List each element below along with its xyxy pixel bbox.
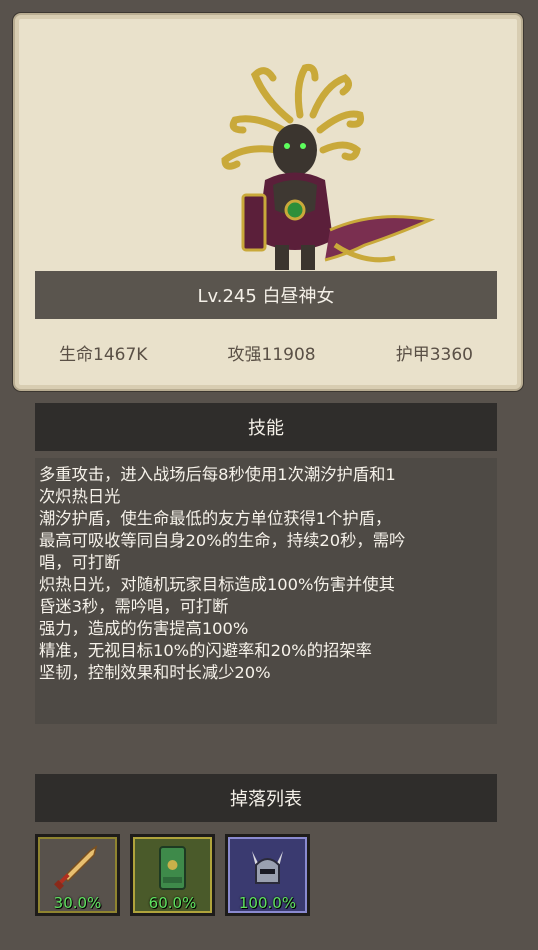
drop-item-dagger[interactable]: 30.0% [35, 834, 120, 916]
drop-rate: 30.0% [53, 894, 102, 912]
horned-helmet-icon [252, 851, 283, 884]
skill-line: 潮汐护盾，使生命最低的友方单位获得1个护盾， [39, 509, 392, 528]
drop-item-armor[interactable]: 60.0% [130, 834, 215, 916]
drop-item-helmet[interactable]: 100.0% [225, 834, 310, 916]
drops-header: 掉落列表 [35, 774, 497, 822]
hero-name: Lv.245 白昼神女 [197, 286, 335, 307]
skill-line: 最高可吸收等同自身20%的生命，持续20秒，需吟 [39, 531, 406, 550]
skill-line: 精准，无视目标10%的闪避率和20%的招架率 [39, 641, 372, 660]
hero-name-bar: Lv.245 白昼神女 [35, 271, 497, 319]
skill-description: 多重攻击，进入战场后每8秒使用1次潮汐护盾和1 次炽热日光 潮汐护盾，使生命最低… [35, 458, 497, 724]
skills-header-label: 技能 [248, 418, 284, 439]
drop-rate: 100.0% [238, 894, 297, 912]
attack-stat: 攻强11908 [227, 344, 316, 365]
skill-line: 强力，造成的伤害提高100% [39, 619, 249, 638]
hero-portrait [221, 64, 436, 270]
skill-line: 次炽热日光 [39, 487, 121, 506]
skill-line: 坚韧，控制效果和时长减少20% [39, 663, 271, 682]
green-armor-icon [159, 846, 186, 890]
skills-header: 技能 [35, 403, 497, 451]
hero-stats: 生命1467K 攻强11908 护甲3360 [35, 336, 497, 368]
skill-line: 昏迷3秒，需吟唱，可打断 [39, 597, 229, 616]
armor-stat: 护甲3360 [395, 344, 473, 365]
drop-list: 30.0% 60.0% 100.0% [35, 834, 310, 916]
skill-line: 唱，可打断 [39, 553, 121, 572]
hp-stat: 生命1467K [59, 344, 148, 365]
dagger-icon [54, 845, 98, 890]
drops-header-label: 掉落列表 [230, 789, 302, 810]
skill-line: 多重攻击，进入战场后每8秒使用1次潮汐护盾和1 [39, 465, 396, 484]
hero-card: Lv.245 白昼神女 生命1467K 攻强11908 护甲3360 [13, 13, 523, 391]
drop-rate: 60.0% [148, 894, 197, 912]
skill-line: 炽热日光，对随机玩家目标造成100%伤害并使其 [39, 575, 395, 594]
